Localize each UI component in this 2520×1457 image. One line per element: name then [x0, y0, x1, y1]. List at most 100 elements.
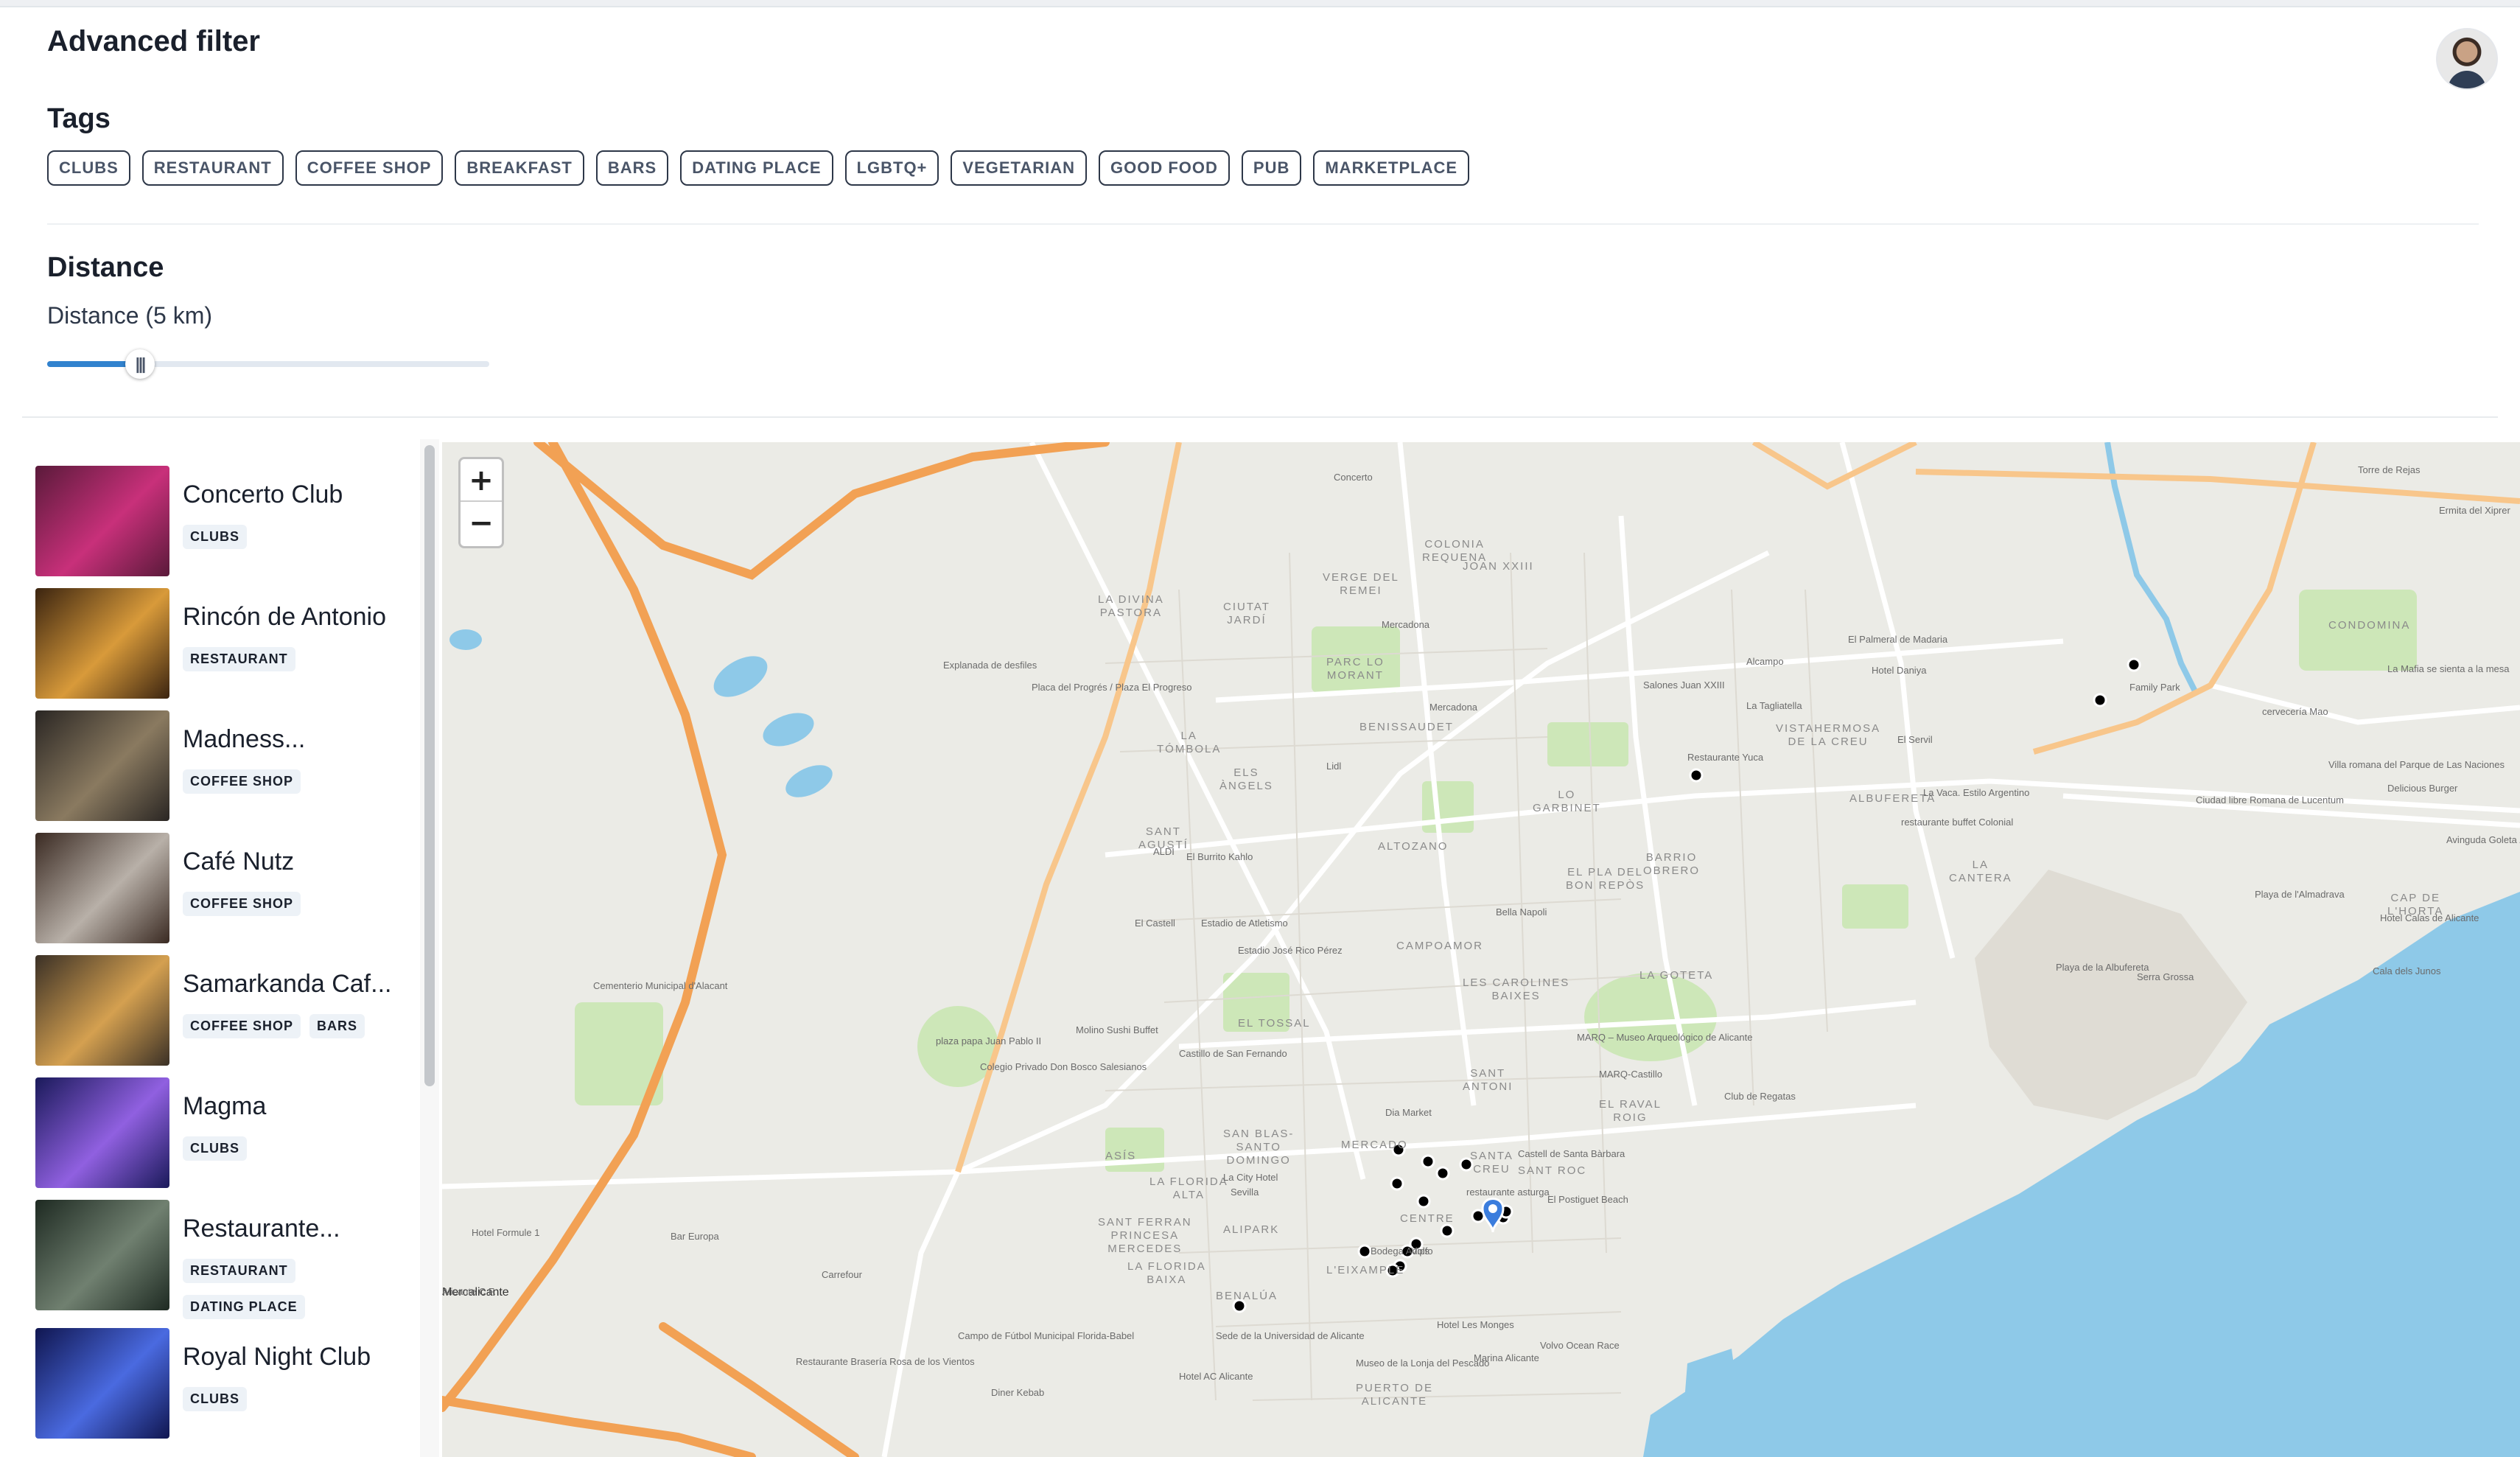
place-tags: COFFEE SHOP BARS [183, 1014, 365, 1038]
map-district-label: PUERTO DE ALICANTE [1356, 1382, 1433, 1408]
distance-heading: Distance [47, 252, 164, 283]
tag-chip-clubs[interactable]: CLUBS [47, 150, 130, 186]
map-poi-label: Carrefour [822, 1269, 862, 1280]
place-name[interactable]: Magma [183, 1092, 411, 1121]
map-poi-label: El Postiguet Beach [1547, 1194, 1628, 1205]
tags-heading: Tags [47, 103, 111, 134]
place-list-scrollbar[interactable] [424, 445, 435, 1086]
map-district-label: CENTRE [1400, 1212, 1455, 1225]
map-district-label: ELS ÀNGELS [1219, 766, 1273, 792]
distance-slider[interactable]: ||| [47, 349, 489, 379]
tag-chip-restaurant[interactable]: RESTAURANT [141, 150, 284, 186]
place-tags: COFFEE SHOP [183, 769, 301, 794]
map-poi-label: Mercadona [1429, 702, 1478, 713]
map-district-label: LA TÓMBOLA [1157, 730, 1222, 755]
map-poi-label: Villa romana del Parque de Las Naciones [2328, 759, 2505, 770]
place-name[interactable]: Samarkanda Caf... [183, 970, 411, 999]
map-poi-label: Colegio Privado Don Bosco Salesianos [980, 1061, 1147, 1072]
place-thumbnail[interactable] [35, 1328, 169, 1439]
map-poi-label: cervecería Mao [2262, 706, 2328, 717]
map-poi-label: Estadio de Atletismo [1201, 918, 1288, 929]
zoom-out-button[interactable]: − [461, 502, 502, 545]
tag-chip-pub[interactable]: PUB [1241, 150, 1302, 186]
map-district-label: SANTA CREU [1470, 1150, 1513, 1175]
map-poi-label: Explanada de desfiles [943, 660, 1037, 671]
place-thumbnail[interactable] [35, 1200, 169, 1310]
map-poi-label: Hotel Formule 1 [472, 1227, 540, 1238]
tag-chip-marketplace[interactable]: MARKETPLACE [1313, 150, 1470, 186]
place-thumbnail[interactable] [35, 466, 169, 576]
map-poi-label: Concerto [1334, 472, 1373, 483]
map-poi-label: plaza papa Juan Pablo II [936, 1035, 1042, 1047]
place-name[interactable]: Concerto Club [183, 481, 411, 509]
place-name[interactable]: Royal Night Club [183, 1343, 411, 1372]
place-thumbnail[interactable] [35, 710, 169, 821]
map-poi-label: Museo de la Lonja del Pescado [1356, 1358, 1490, 1369]
map-district-label: JOAN XXIII [1463, 560, 1534, 573]
map-poi-label: MARQ – Museo Arqueológico de Alicante [1577, 1032, 1753, 1043]
distance-slider-thumb[interactable]: ||| [125, 349, 155, 379]
ponds [449, 629, 833, 797]
place-thumbnail[interactable] [35, 833, 169, 943]
map-poi-label: Dia Market [1385, 1107, 1432, 1118]
user-avatar[interactable] [2436, 28, 2498, 90]
current-location-marker[interactable] [1481, 1198, 1505, 1233]
map-poi-label: Volvo Ocean Race [1540, 1340, 1620, 1351]
tag-chip-dating-place[interactable]: DATING PLACE [680, 150, 833, 186]
map-district-label: VERGE DEL REMEI [1323, 571, 1399, 597]
map-district-label: ALIPARK [1223, 1223, 1280, 1236]
map-poi-label: Placa del Progrés / Plaza El Progreso [1032, 682, 1192, 693]
place-name[interactable]: Café Nutz [183, 848, 411, 876]
place-name[interactable]: Rincón de Antonio [183, 603, 411, 632]
place-tags: RESTAURANT DATING PLACE [183, 1259, 305, 1319]
map-district-label: ALTOZANO [1378, 840, 1449, 853]
zoom-in-button[interactable]: + [461, 459, 502, 502]
map-district-label: VISTAHERMOSA DE LA CREU [1776, 722, 1881, 748]
map-poi-label: La Tagliatella [1746, 700, 1802, 711]
map-view[interactable]: LA DIVINA PASTORA CIUTAT JARDÍ VERGE DEL R… [442, 442, 2520, 1457]
map-poi-label: Hotel Les Monges [1437, 1319, 1514, 1330]
motorways [442, 442, 1110, 1457]
map-district-label: LA CANTERA [1949, 859, 2012, 884]
map-poi-label: El Burrito Kahlo [1186, 851, 1253, 862]
map-poi-label: Playa de l'Almadrava [2255, 889, 2345, 900]
divider [47, 223, 2479, 225]
map-poi-label: Family Park [2129, 682, 2180, 693]
map-poi-label: Sede de la Universidad de Alicante [1216, 1330, 1365, 1341]
map-district-label: LA GOTETA [1639, 969, 1714, 982]
divider [22, 416, 2498, 418]
map-district-label: CAMPOAMOR [1396, 940, 1484, 952]
place-tag-badge: CLUBS [183, 1387, 247, 1411]
map-poi-label: El Castell [1135, 918, 1175, 929]
place-thumbnail[interactable] [35, 955, 169, 1066]
map-poi-label: La Mafia se sienta a la mesa [2387, 663, 2510, 674]
place-name[interactable]: Madness... [183, 725, 411, 754]
tag-chip-vegetarian[interactable]: VEGETARIAN [951, 150, 1088, 186]
map-poi-label: Hotel Calas de Alicante [2380, 912, 2479, 923]
map-poi-label: Alicante C.F. [442, 1286, 496, 1297]
tag-chip-coffee-shop[interactable]: COFFEE SHOP [295, 150, 444, 186]
map-poi-label: Bar Europa [671, 1231, 719, 1242]
map-poi-label: Torre de Rejas [2358, 464, 2421, 475]
map-poi-label: Ciudad libre Romana de Lucentum [2196, 794, 2344, 806]
place-thumbnail[interactable] [35, 588, 169, 699]
map-district-label: EL RAVAL ROIG [1599, 1098, 1662, 1124]
place-tag-badge: DATING PLACE [183, 1295, 305, 1319]
map-zoom-control: + − [458, 457, 504, 548]
place-tag-badge: BARS [309, 1014, 365, 1038]
tag-chip-breakfast[interactable]: BREAKFAST [455, 150, 584, 186]
map-poi-label: Restaurante Yuca [1687, 752, 1764, 763]
tag-chip-bars[interactable]: BARS [595, 150, 669, 186]
map-poi-label: ALDI [1153, 846, 1175, 857]
place-name[interactable]: Restaurante... [183, 1215, 411, 1243]
map-district-label: BENISSAUDET [1359, 721, 1454, 733]
map-poi-label: Cementerio Municipal d'Alacant [593, 980, 728, 991]
map-poi-label: Vips [1411, 1245, 1430, 1257]
map-district-label: EL PLA DEL BON REPÒS [1566, 866, 1645, 892]
place-tags: RESTAURANT [183, 647, 295, 671]
map-poi-label: Salones Juan XXIII [1643, 679, 1725, 691]
place-thumbnail[interactable] [35, 1077, 169, 1188]
map-poi-label: Delicious Burger [2387, 783, 2458, 794]
tag-chip-good-food[interactable]: GOOD FOOD [1099, 150, 1230, 186]
tag-chip-lgbtq-[interactable]: LGBTQ+ [844, 150, 939, 186]
